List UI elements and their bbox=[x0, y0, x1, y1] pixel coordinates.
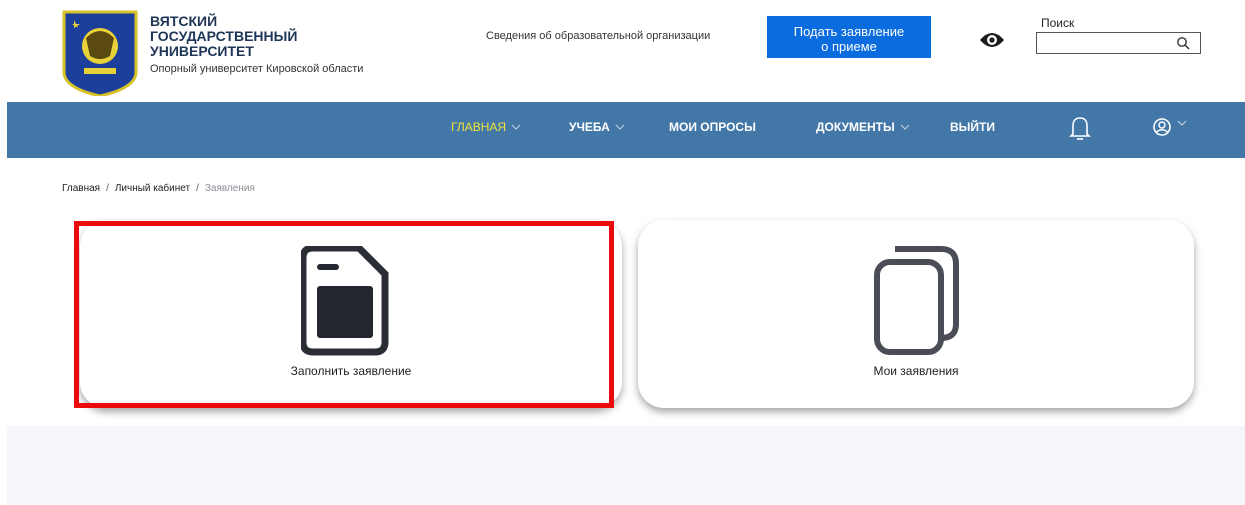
nav-item-surveys[interactable]: МОИ ОПРОСЫ bbox=[669, 120, 756, 134]
nav-item-home[interactable]: ГЛАВНАЯ bbox=[451, 120, 521, 134]
site-header: ВЯТСКИЙ ГОСУДАРСТВЕННЫЙ УНИВЕРСИТЕТ Опор… bbox=[0, 0, 1245, 100]
apply-admission-button[interactable]: Подать заявление о приеме bbox=[767, 16, 931, 58]
breadcrumb-separator: / bbox=[196, 183, 199, 194]
search-input[interactable] bbox=[1039, 34, 1169, 52]
chevron-down-icon bbox=[511, 124, 521, 130]
breadcrumb-current: Заявления bbox=[204, 183, 255, 194]
card-label: Мои заявления bbox=[873, 364, 959, 378]
card-label: Заполнить заявление bbox=[290, 364, 412, 378]
my-applications-card[interactable]: Мои заявления bbox=[638, 220, 1194, 408]
user-circle-icon bbox=[1153, 118, 1171, 136]
documents-stack-icon bbox=[871, 246, 961, 356]
university-logo[interactable] bbox=[62, 10, 138, 98]
search-icon[interactable] bbox=[1176, 36, 1190, 50]
nav-item-logout[interactable]: ВЫЙТИ bbox=[950, 120, 995, 134]
footer-band bbox=[7, 426, 1245, 505]
chevron-down-icon bbox=[615, 124, 625, 130]
university-name[interactable]: ВЯТСКИЙ ГОСУДАРСТВЕННЫЙ УНИВЕРСИТЕТ bbox=[150, 14, 363, 59]
breadcrumb-home[interactable]: Главная bbox=[62, 183, 100, 194]
document-icon bbox=[299, 244, 391, 356]
search-label: Поиск bbox=[1041, 16, 1075, 30]
fill-application-card[interactable]: Заполнить заявление bbox=[80, 220, 622, 408]
org-info-link[interactable]: Сведения об образовательной организации bbox=[486, 30, 710, 42]
user-menu[interactable] bbox=[1152, 116, 1196, 138]
nav-item-label: ВЫЙТИ bbox=[950, 120, 995, 134]
nav-item-label: ДОКУМЕНТЫ bbox=[816, 120, 895, 134]
university-subtitle: Опорный университет Кировской области bbox=[150, 63, 364, 75]
eye-icon[interactable] bbox=[979, 29, 1005, 51]
breadcrumb-cabinet[interactable]: Личный кабинет bbox=[115, 183, 190, 194]
main-navbar: ГЛАВНАЯ УЧЕБА МОИ ОПРОСЫ ДОКУМЕНТЫ ВЫЙТИ bbox=[7, 102, 1245, 158]
brand-block: ВЯТСКИЙ ГОСУДАРСТВЕННЫЙ УНИВЕРСИТЕТ Опор… bbox=[150, 14, 364, 76]
breadcrumb-separator: / bbox=[106, 183, 109, 194]
nav-item-label: ГЛАВНАЯ bbox=[451, 120, 507, 134]
nav-item-label: МОИ ОПРОСЫ bbox=[669, 120, 756, 134]
breadcrumb: Главная / Личный кабинет / Заявления bbox=[62, 183, 255, 194]
chevron-down-icon bbox=[900, 124, 910, 130]
nav-item-documents[interactable]: ДОКУМЕНТЫ bbox=[816, 120, 910, 134]
bell-icon[interactable] bbox=[1069, 114, 1091, 142]
search-box bbox=[1036, 32, 1201, 54]
nav-item-study[interactable]: УЧЕБА bbox=[569, 120, 625, 134]
nav-item-label: УЧЕБА bbox=[569, 120, 610, 134]
